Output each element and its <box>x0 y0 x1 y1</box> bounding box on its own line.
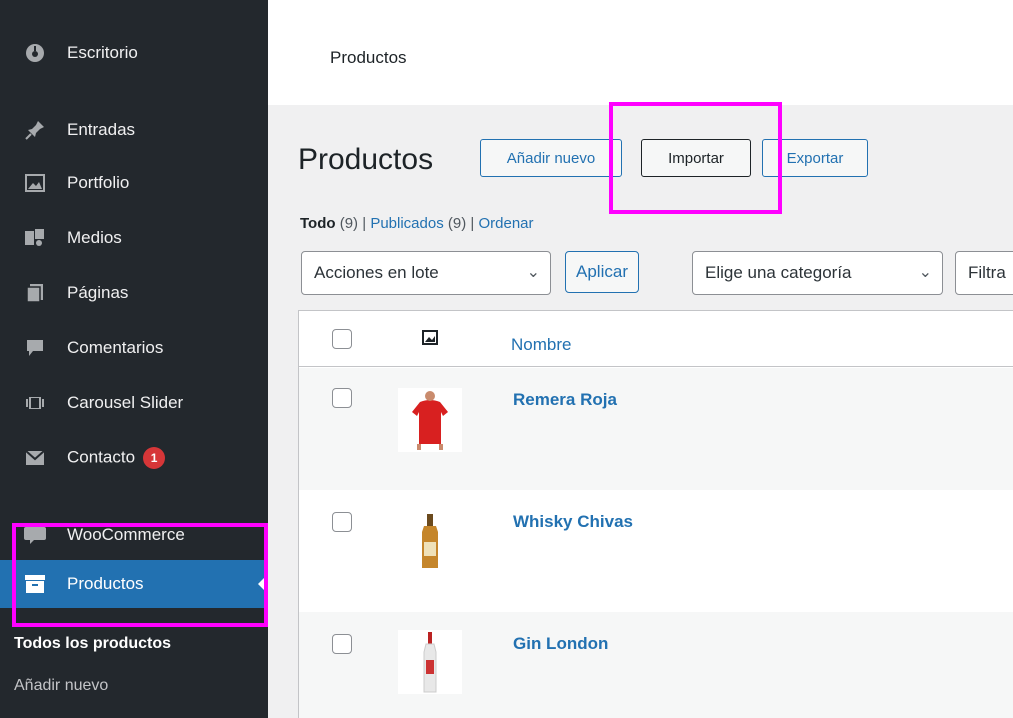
media-icon <box>24 227 46 249</box>
slider-icon <box>24 392 46 414</box>
filter-published-link[interactable]: Publicados <box>370 215 443 232</box>
sidebar-item-label: Carousel Slider <box>67 393 184 412</box>
products-table: Nombre Remera Roja Whisky Chivas Gin Lon… <box>298 310 1013 718</box>
filter-separator: | <box>362 215 367 232</box>
sidebar-item-paginas[interactable]: Páginas <box>0 271 268 315</box>
page-title: Productos <box>298 143 434 176</box>
dashboard-icon <box>24 42 46 64</box>
top-bar: Productos <box>268 0 1013 105</box>
filter-select-value: Filtra <box>968 263 1006 282</box>
product-name-link[interactable]: Remera Roja <box>513 390 617 410</box>
product-thumbnail[interactable] <box>398 630 462 694</box>
sidebar-item-contacto[interactable]: Contacto 1 <box>0 436 268 480</box>
product-thumbnail[interactable] <box>398 388 462 452</box>
pushpin-icon <box>24 119 46 141</box>
sidebar-item-portfolio[interactable]: Portfolio <box>0 161 268 205</box>
sidebar-item-entradas[interactable]: Entradas <box>0 108 268 152</box>
image-icon <box>24 172 46 194</box>
table-header: Nombre <box>299 311 1013 367</box>
filter-all-label[interactable]: Todo <box>300 215 336 232</box>
sidebar-item-label: Contacto <box>67 447 136 467</box>
image-column-icon <box>422 330 438 345</box>
chevron-down-icon: ⌄ <box>526 264 540 281</box>
bulk-actions-value: Acciones en lote <box>314 263 439 282</box>
topbar-title: Productos <box>330 48 407 67</box>
product-thumbnail[interactable] <box>398 510 462 574</box>
sidebar-item-label: Escritorio <box>67 43 138 62</box>
pages-icon <box>24 282 46 304</box>
table-row: Whisky Chivas <box>299 490 1013 612</box>
highlight-box-productos <box>12 523 268 627</box>
row-checkbox[interactable] <box>332 388 352 408</box>
sidebar-item-label: Páginas <box>67 283 129 302</box>
sidebar-item-label: Entradas <box>67 120 136 139</box>
column-name-header[interactable]: Nombre <box>511 335 571 355</box>
product-name-link[interactable]: Whisky Chivas <box>513 512 633 532</box>
category-select-value: Elige una categoría <box>705 263 852 282</box>
add-new-button[interactable]: Añadir nuevo <box>480 139 622 177</box>
status-filters: Todo (9) | Publicados (9) | Ordenar <box>300 215 534 232</box>
filter-select[interactable]: Filtra <box>955 251 1013 295</box>
sidebar-item-label: Medios <box>67 228 122 247</box>
filter-all-count: (9) <box>339 215 359 232</box>
select-all-checkbox[interactable] <box>332 329 352 349</box>
product-name-link[interactable]: Gin London <box>513 634 608 654</box>
bulk-actions-select[interactable]: Acciones en lote ⌄ <box>301 251 551 295</box>
sidebar-item-comentarios[interactable]: Comentarios <box>0 326 268 370</box>
submenu-anadir-nuevo[interactable]: Añadir nuevo <box>0 677 268 695</box>
row-checkbox[interactable] <box>332 512 352 532</box>
filter-separator: | <box>470 215 475 232</box>
sidebar-item-label: Portfolio <box>67 173 130 192</box>
filter-published-count: (9) <box>447 215 467 232</box>
notification-badge: 1 <box>143 447 166 469</box>
chevron-down-icon: ⌄ <box>918 264 932 281</box>
comment-icon <box>24 337 46 359</box>
sidebar-item-carousel-slider[interactable]: Carousel Slider <box>0 381 268 425</box>
table-row: Remera Roja <box>299 368 1013 490</box>
table-row: Gin London <box>299 612 1013 718</box>
sidebar-item-label: Comentarios <box>67 338 164 357</box>
filter-sort-link[interactable]: Ordenar <box>478 215 533 232</box>
sidebar-item-escritorio[interactable]: Escritorio <box>0 31 268 75</box>
category-select[interactable]: Elige una categoría ⌄ <box>692 251 943 295</box>
contacto-label-wrap: Contacto 1 <box>67 447 166 469</box>
submenu-todos-los-productos[interactable]: Todos los productos <box>0 635 268 653</box>
sidebar-item-medios[interactable]: Medios <box>0 216 268 260</box>
highlight-box-import <box>609 102 782 214</box>
row-checkbox[interactable] <box>332 634 352 654</box>
apply-button[interactable]: Aplicar <box>565 251 639 293</box>
envelope-icon <box>24 447 46 469</box>
